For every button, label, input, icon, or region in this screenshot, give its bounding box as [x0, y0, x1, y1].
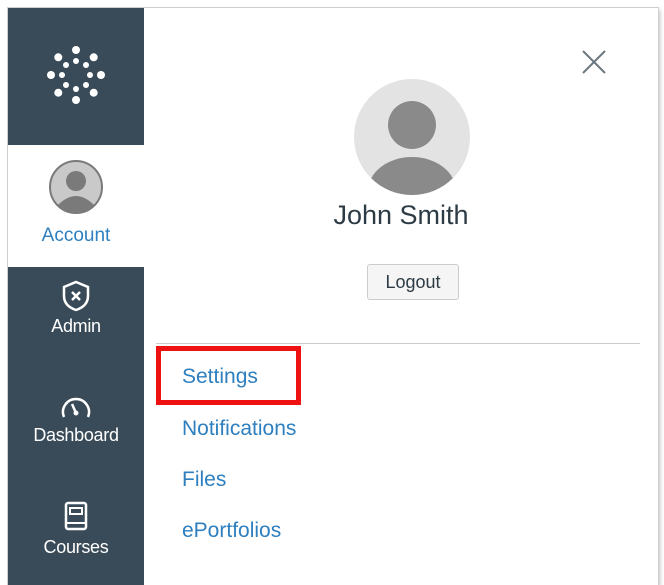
app-window: Account Admin Dashboard Courses John Smi…	[8, 8, 658, 585]
highlight-box	[156, 346, 301, 405]
nav-logo[interactable]	[8, 8, 144, 145]
nav-item-dashboard-label: Dashboard	[33, 425, 119, 445]
global-nav: Account Admin Dashboard Courses	[8, 8, 144, 585]
canvas-logo-icon	[47, 46, 105, 104]
nav-item-admin-label: Admin	[51, 316, 101, 336]
shield-icon	[62, 280, 90, 312]
profile-avatar	[354, 79, 470, 195]
book-icon	[64, 501, 88, 531]
nav-item-admin[interactable]: Admin	[8, 280, 144, 337]
logout-button[interactable]: Logout	[367, 264, 459, 300]
nav-account-label: Account	[41, 225, 111, 246]
user-avatar-icon	[49, 160, 103, 214]
notifications-link[interactable]: Notifications	[182, 417, 296, 441]
eportfolios-link[interactable]: ePortfolios	[182, 519, 281, 543]
divider	[156, 343, 640, 344]
speedometer-icon	[61, 397, 91, 418]
nav-item-courses[interactable]: Courses	[8, 501, 144, 558]
close-icon[interactable]	[580, 48, 608, 76]
nav-item-courses-label: Courses	[43, 537, 109, 557]
nav-item-account[interactable]: Account	[8, 145, 144, 267]
nav-item-dashboard[interactable]: Dashboard	[8, 393, 144, 446]
user-name: John Smith	[333, 200, 469, 230]
files-link[interactable]: Files	[182, 468, 226, 492]
